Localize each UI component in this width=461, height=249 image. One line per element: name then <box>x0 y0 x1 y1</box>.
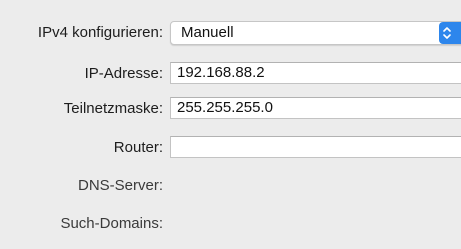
search-domains-row: Such-Domains: <box>0 212 461 236</box>
router-field[interactable] <box>170 136 461 158</box>
search-domains-label: Such-Domains: <box>60 215 163 232</box>
subnet-mask-row: Teilnetzmaske: 255.255.255.0 <box>0 97 461 121</box>
chevron-up-down-icon <box>443 27 451 39</box>
ipv4-config-stepper[interactable] <box>439 22 461 44</box>
ipv4-config-label: IPv4 konfigurieren: <box>37 24 163 41</box>
ip-address-field[interactable]: 192.168.88.2 <box>170 62 461 84</box>
subnet-mask-label: Teilnetzmaske: <box>63 100 163 117</box>
ip-address-label: IP-Adresse: <box>84 65 163 82</box>
ipv4-config-row: IPv4 konfigurieren: Manuell <box>0 21 461 45</box>
ipv4-config-value: Manuell <box>181 24 234 41</box>
subnet-mask-field[interactable]: 255.255.255.0 <box>170 97 461 119</box>
dns-server-label: DNS-Server: <box>77 177 163 194</box>
router-row: Router: <box>0 136 461 160</box>
router-label: Router: <box>113 139 163 156</box>
ipv4-config-popup[interactable]: Manuell <box>170 21 461 45</box>
ip-address-row: IP-Adresse: 192.168.88.2 <box>0 62 461 86</box>
dns-server-row: DNS-Server: <box>0 174 461 198</box>
